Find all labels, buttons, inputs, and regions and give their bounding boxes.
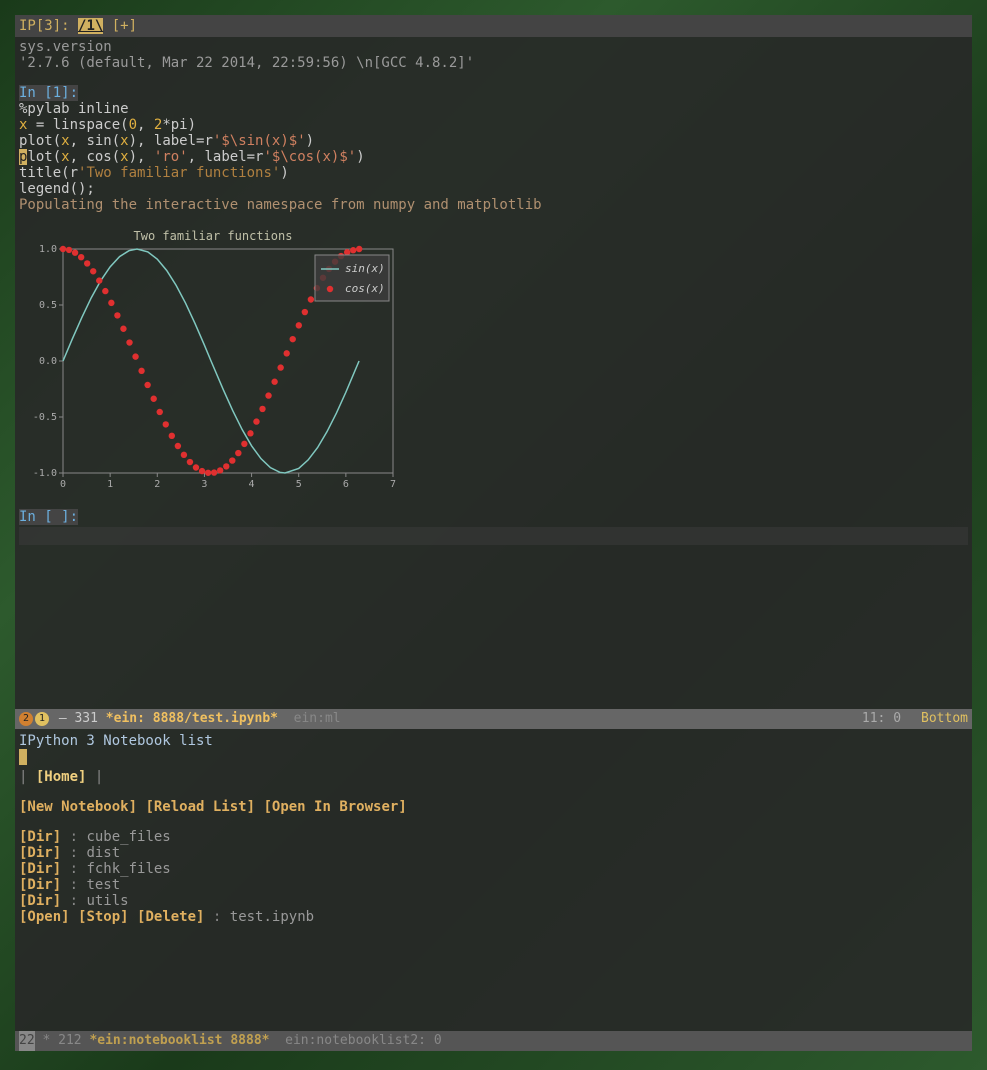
list-item[interactable]: [Dir] : utils bbox=[19, 893, 968, 909]
tab-bar: IP[3]: /1\ [+] bbox=[15, 15, 972, 37]
empty-cell[interactable] bbox=[19, 527, 968, 545]
code-line[interactable]: title(r'Two familiar functions') bbox=[19, 165, 968, 181]
dir-tag[interactable]: [Dir] bbox=[19, 877, 61, 893]
cursor-position: 2: 0 bbox=[410, 1031, 441, 1051]
cursor-position: 11: 0 bbox=[862, 709, 901, 729]
dir-name[interactable]: dist bbox=[86, 845, 120, 861]
tab-active[interactable]: /1\ bbox=[78, 18, 103, 34]
reload-list-button[interactable]: [Reload List] bbox=[145, 799, 255, 815]
code-line[interactable]: plot(x, sin(x), label=r'$\sin(x)$') bbox=[19, 133, 968, 149]
output-sysversion-1: sys.version bbox=[19, 39, 968, 55]
plot-output: Two familiar functions 0 1 2 3 4 5 6 7 -1.0 -0.5 0… bbox=[23, 223, 403, 493]
dir-tag[interactable]: [Dir] bbox=[19, 861, 61, 877]
ip-label: IP[3]: bbox=[19, 18, 70, 34]
buffer-name: *ein:notebooklist 8888* bbox=[89, 1031, 269, 1051]
buffer-name: *ein: 8888/test.ipynb* bbox=[106, 709, 278, 729]
dir-tag[interactable]: [Dir] bbox=[19, 893, 61, 909]
dir-name[interactable]: fchk_files bbox=[86, 861, 170, 877]
modeline-lower: 2 2 * 212 *ein:notebooklist 8888* ein:no… bbox=[15, 1031, 972, 1051]
svg-text:-1.0: -1.0 bbox=[33, 468, 57, 479]
svg-text:cos(x): cos(x) bbox=[345, 282, 385, 295]
modeline-info: — 331 bbox=[59, 709, 98, 729]
chart-title: Two familiar functions bbox=[23, 229, 403, 243]
workspace-indicator[interactable]: 2 bbox=[27, 1031, 35, 1051]
code-line[interactable]: plot(x, cos(x), 'ro', label=r'$\cos(x)$'… bbox=[19, 149, 968, 165]
svg-text:6: 6 bbox=[343, 479, 349, 490]
dir-name[interactable]: utils bbox=[86, 893, 128, 909]
svg-text:0.0: 0.0 bbox=[39, 356, 57, 367]
svg-text:0.5: 0.5 bbox=[39, 300, 57, 311]
modeline-info: * 212 bbox=[42, 1031, 81, 1051]
dir-tag[interactable]: [Dir] bbox=[19, 829, 61, 845]
workspace-indicator[interactable]: 2 bbox=[19, 1031, 27, 1051]
cell-output-text: Populating the interactive namespace fro… bbox=[19, 197, 968, 213]
code-line[interactable]: %pylab inline bbox=[19, 101, 968, 117]
tab-add[interactable]: [+] bbox=[112, 18, 137, 34]
svg-text:1.0: 1.0 bbox=[39, 244, 57, 255]
cell-prompt-empty: In [ ]: bbox=[19, 509, 78, 525]
home-link[interactable]: [Home] bbox=[36, 769, 87, 785]
svg-text:-0.5: -0.5 bbox=[33, 412, 57, 423]
stop-notebook-button[interactable]: [Stop] bbox=[78, 909, 129, 925]
open-notebook-button[interactable]: [Open] bbox=[19, 909, 70, 925]
open-browser-button[interactable]: [Open In Browser] bbox=[263, 799, 406, 815]
workspace-indicator[interactable]: 2 bbox=[19, 712, 33, 726]
list-item[interactable]: [Dir] : dist bbox=[19, 845, 968, 861]
list-item[interactable]: [Dir] : fchk_files bbox=[19, 861, 968, 877]
notebooklist-title: IPython 3 Notebook list bbox=[19, 733, 968, 749]
notebook-file-name[interactable]: test.ipynb bbox=[230, 909, 314, 925]
major-mode: ein:ml bbox=[294, 709, 341, 729]
svg-text:sin(x): sin(x) bbox=[345, 262, 385, 275]
code-line[interactable]: legend(); bbox=[19, 181, 968, 197]
cursor bbox=[19, 749, 27, 765]
list-item[interactable]: [Dir] : test bbox=[19, 877, 968, 893]
modeline-upper: 2 1 — 331 *ein: 8888/test.ipynb* ein:ml … bbox=[15, 709, 972, 729]
svg-text:5: 5 bbox=[296, 479, 302, 490]
list-item[interactable]: [Dir] : cube_files bbox=[19, 829, 968, 845]
svg-text:2: 2 bbox=[154, 479, 160, 490]
notebooklist-pane[interactable]: IPython 3 Notebook list | [Home] | [New … bbox=[15, 729, 972, 1031]
dir-name[interactable]: test bbox=[86, 877, 120, 893]
major-mode: ein:notebooklist bbox=[285, 1031, 410, 1051]
scroll-position: Bottom bbox=[921, 709, 968, 729]
workspace-indicator[interactable]: 1 bbox=[35, 712, 49, 726]
dir-tag[interactable]: [Dir] bbox=[19, 845, 61, 861]
svg-text:1: 1 bbox=[107, 479, 113, 490]
notebook-pane[interactable]: sys.version '2.7.6 (default, Mar 22 2014… bbox=[15, 37, 972, 709]
new-notebook-button[interactable]: [New Notebook] bbox=[19, 799, 137, 815]
svg-text:4: 4 bbox=[249, 479, 255, 490]
code-line[interactable]: x = linspace(0, 2*pi) bbox=[19, 117, 968, 133]
cell-prompt-1: In [1]: bbox=[19, 85, 78, 101]
delete-notebook-button[interactable]: [Delete] bbox=[137, 909, 204, 925]
svg-text:0: 0 bbox=[60, 479, 66, 490]
svg-text:3: 3 bbox=[201, 479, 207, 490]
svg-text:7: 7 bbox=[390, 479, 396, 490]
output-sysversion-2: '2.7.6 (default, Mar 22 2014, 22:59:56) … bbox=[19, 55, 968, 71]
dir-name[interactable]: cube_files bbox=[86, 829, 170, 845]
